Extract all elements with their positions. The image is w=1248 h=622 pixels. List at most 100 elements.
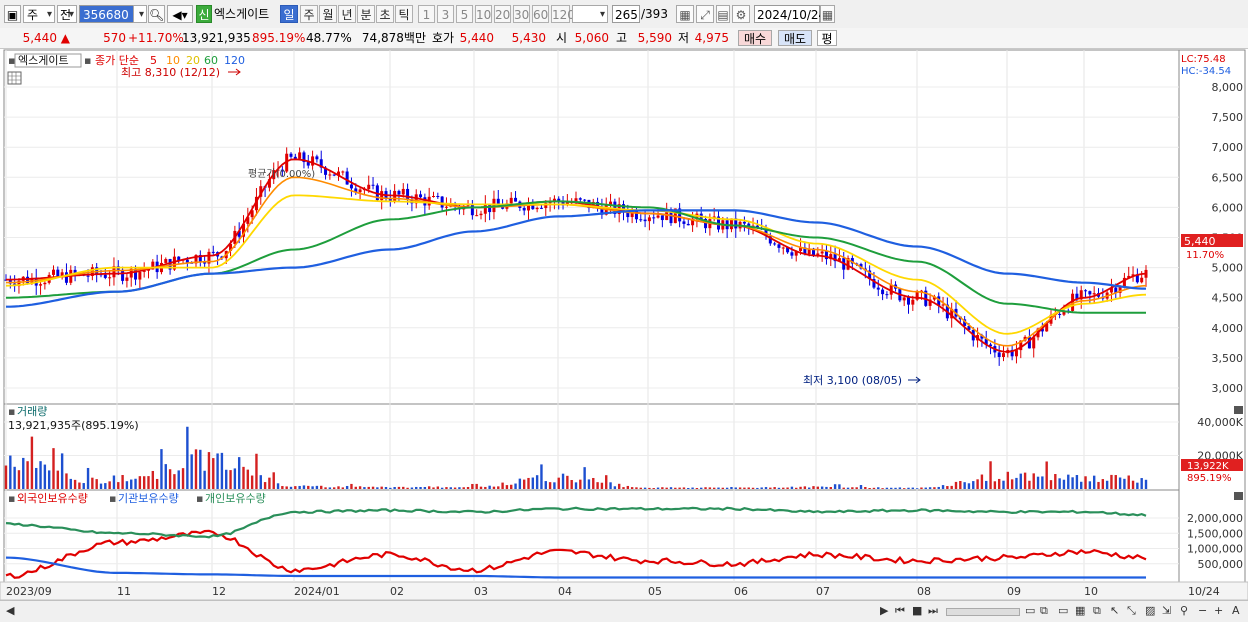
volume-bar bbox=[410, 487, 414, 489]
rewind-icon[interactable]: ⏮ bbox=[895, 603, 905, 619]
x-tick-label: 11 bbox=[117, 585, 131, 598]
scroll-left-icon[interactable]: ◀ bbox=[6, 603, 14, 619]
candle-body bbox=[39, 284, 43, 286]
stop-icon[interactable]: ■ bbox=[912, 603, 922, 619]
tab-day[interactable]: 일 bbox=[280, 5, 298, 23]
page-total: /393 bbox=[641, 7, 668, 21]
tab-second[interactable]: 초 bbox=[376, 5, 394, 23]
volume-bar bbox=[307, 485, 310, 489]
code-dropdown[interactable] bbox=[133, 5, 147, 24]
institution-legend: 기관보유수량 bbox=[118, 492, 179, 505]
interval-10[interactable]: 10 bbox=[475, 5, 492, 23]
volume-bar bbox=[743, 487, 746, 489]
interval-3[interactable]: 3 bbox=[437, 5, 454, 23]
volume-bar bbox=[1006, 471, 1010, 489]
candle-body bbox=[660, 215, 664, 221]
volume-bar bbox=[1067, 474, 1070, 489]
volume-bar bbox=[4, 465, 8, 489]
candle-body bbox=[578, 198, 582, 200]
volume-bar bbox=[268, 477, 271, 489]
panel-icon[interactable]: ▭ bbox=[1058, 603, 1068, 619]
prev-select[interactable]: 전 bbox=[57, 5, 77, 24]
zoom-out-icon[interactable]: − bbox=[1198, 603, 1207, 619]
volume-bar bbox=[328, 487, 332, 489]
time-axis-bar bbox=[0, 581, 1248, 600]
stock-code-input[interactable]: 356680 bbox=[79, 5, 134, 23]
tab-tick[interactable]: 틱 bbox=[395, 5, 413, 23]
interval-5[interactable]: 5 bbox=[456, 5, 473, 23]
gear-icon[interactable]: ⚙ bbox=[732, 5, 750, 23]
sound-icon[interactable]: ◀▾ bbox=[167, 5, 193, 23]
layout-icon[interactable]: ▭ bbox=[1025, 603, 1035, 619]
export-icon[interactable]: ⇲ bbox=[1162, 603, 1171, 619]
scroll-right-icon[interactable]: ▶ bbox=[880, 603, 888, 619]
interval-dropdown[interactable] bbox=[572, 5, 608, 24]
open-label: 시 bbox=[556, 31, 568, 45]
zoom-search-icon[interactable]: ⚲ bbox=[1180, 603, 1188, 619]
cursor-icon[interactable]: ↖ bbox=[1110, 603, 1119, 619]
zoom-icon[interactable]: ⤢ bbox=[696, 5, 714, 23]
volume-bar bbox=[561, 473, 565, 489]
search-icon[interactable]: 🔍︎ bbox=[148, 5, 165, 23]
right-axis-panel bbox=[1178, 49, 1246, 583]
tab-year[interactable]: 년 bbox=[338, 5, 356, 23]
stock-name: 엑스게이트 bbox=[214, 7, 270, 21]
image-icon[interactable]: ▨ bbox=[1145, 603, 1155, 619]
volume-bar bbox=[544, 481, 547, 489]
svg-text:▪: ▪ bbox=[8, 405, 15, 418]
volume-bar bbox=[440, 487, 444, 489]
tab-minute[interactable]: 분 bbox=[357, 5, 375, 23]
font-size-icon[interactable]: A bbox=[1232, 603, 1240, 619]
copy-icon[interactable]: ⧉ bbox=[1093, 603, 1101, 619]
candle-body bbox=[941, 304, 945, 306]
interval-30[interactable]: 30 bbox=[513, 5, 530, 23]
candle-body bbox=[656, 215, 660, 218]
volume-bar bbox=[924, 487, 927, 489]
ask-label: 호가 bbox=[432, 31, 455, 45]
measure-icon[interactable]: ⤡ bbox=[1127, 603, 1136, 619]
volume-bar bbox=[583, 467, 586, 489]
volume-panel-close-icon[interactable] bbox=[1234, 406, 1243, 414]
candle-body bbox=[203, 262, 207, 264]
scroll-thumb[interactable] bbox=[946, 608, 1020, 616]
table-icon[interactable] bbox=[7, 71, 22, 85]
calendar-icon[interactable]: ▦ bbox=[820, 5, 835, 23]
grid-icon[interactable]: ▦ bbox=[1075, 603, 1085, 619]
sell-button[interactable]: 매도 bbox=[778, 30, 812, 46]
volume-bar bbox=[177, 470, 180, 489]
stock-chart[interactable]: 2023/09 11 12 2024/01 02 03 04 05 06 07 08 09 10 10/2… bbox=[0, 48, 1248, 600]
interval-20[interactable]: 20 bbox=[494, 5, 511, 23]
tab-month[interactable]: 월 bbox=[319, 5, 337, 23]
window-icon[interactable]: ▣ bbox=[4, 5, 21, 23]
candle-body bbox=[820, 251, 824, 254]
zoom-in-icon[interactable]: + bbox=[1214, 603, 1223, 619]
market-select[interactable]: 주 bbox=[23, 5, 55, 24]
candle-body bbox=[444, 206, 448, 208]
volume-bar bbox=[186, 426, 189, 489]
save-icon[interactable]: ▤ bbox=[716, 5, 730, 23]
page-counter-input[interactable]: 265 bbox=[612, 5, 640, 23]
buy-button[interactable]: 매수 bbox=[738, 30, 772, 46]
volume-bar bbox=[147, 476, 150, 489]
volume-bar bbox=[1075, 475, 1079, 489]
volume-bar bbox=[1092, 475, 1096, 489]
volume-bar bbox=[212, 458, 215, 489]
split-icon[interactable]: ⧉ bbox=[1040, 603, 1048, 619]
date-input[interactable]: 2024/10/24 bbox=[754, 5, 826, 23]
tool-icon[interactable]: ▦ bbox=[676, 5, 694, 23]
volume-bar bbox=[613, 486, 617, 489]
y-tick-label: 4,500 bbox=[1212, 292, 1244, 305]
forward-icon[interactable]: ⏭ bbox=[928, 603, 938, 619]
interval-60[interactable]: 60 bbox=[532, 5, 549, 23]
panel-menu-icon[interactable]: ▪ bbox=[8, 54, 15, 67]
candle-body bbox=[164, 259, 168, 263]
interval-1[interactable]: 1 bbox=[418, 5, 435, 23]
holdings-panel-close-icon[interactable] bbox=[1234, 492, 1243, 500]
eval-button[interactable]: 평 bbox=[817, 30, 837, 46]
interval-120[interactable]: 120 bbox=[551, 5, 575, 23]
y-tick-label: 6,000 bbox=[1212, 201, 1244, 214]
volume-bar bbox=[47, 470, 51, 489]
volume-bar bbox=[220, 452, 224, 489]
tab-week[interactable]: 주 bbox=[300, 5, 318, 23]
volume-bar bbox=[596, 482, 599, 489]
